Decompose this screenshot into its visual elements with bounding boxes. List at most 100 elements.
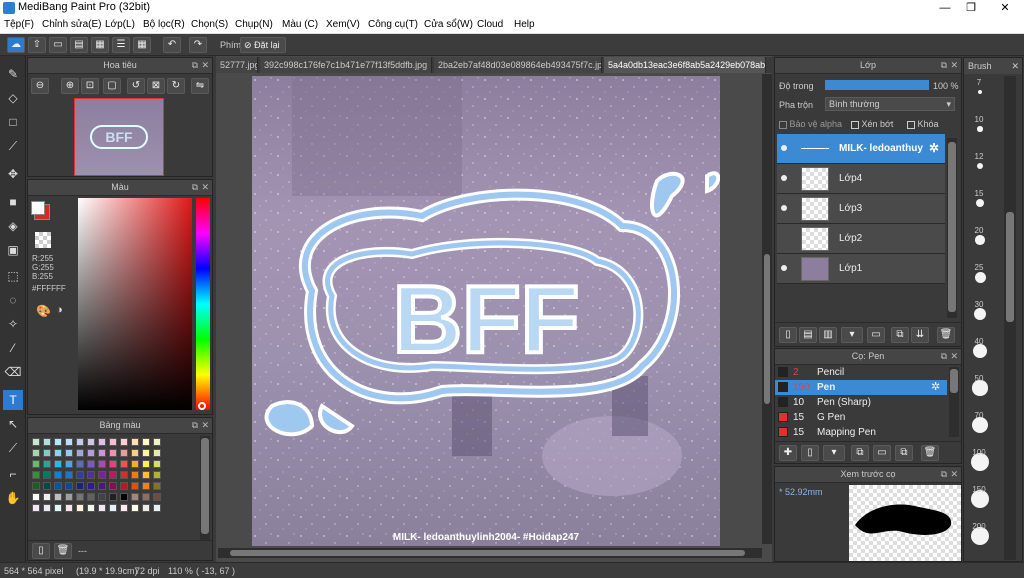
gear-icon[interactable]: ✲ [929, 141, 939, 155]
menu-layer[interactable]: Lớp(L) [105, 19, 135, 30]
palette-swatch[interactable] [109, 504, 117, 512]
select-rect-icon[interactable]: ⬚ [3, 266, 23, 286]
gradient-tool-icon[interactable]: ▣ [3, 240, 23, 260]
canvas-hscroll-thumb[interactable] [230, 550, 745, 556]
palette-scroll-thumb[interactable] [201, 438, 209, 534]
tab-document-1[interactable]: 52777.jpg [216, 57, 258, 73]
protect-alpha-option[interactable]: Bảo vệ alpha [779, 119, 842, 129]
tab-document-4[interactable]: 5a4a0db13eac3e6f8ab5a2429eb078ab.jpg [604, 57, 766, 73]
palette-swatch[interactable] [54, 482, 62, 490]
canvas-vscroll[interactable] [762, 74, 772, 544]
palette-swatch[interactable] [76, 438, 84, 446]
duplicate-icon[interactable]: ⧉ [891, 327, 909, 343]
brush-row[interactable]: 15 Mapping Pen [775, 425, 947, 440]
palette-swatch[interactable] [109, 482, 117, 490]
list-icon[interactable]: ☰ [112, 37, 130, 53]
hue-slider[interactable] [196, 198, 210, 410]
redo-icon[interactable]: ↷ [189, 37, 207, 53]
operation-tool-icon[interactable]: ↖ [3, 414, 23, 434]
lasso-icon[interactable]: ◌ [3, 290, 23, 310]
color-mix-icon[interactable]: ◑ [56, 304, 63, 316]
clipping-option[interactable]: Xén bớt [851, 119, 893, 129]
reset-view-icon[interactable]: ⊠ [147, 78, 165, 94]
grid-icon[interactable]: ▦ [133, 37, 151, 53]
brush-row[interactable]: 10 Pen (Sharp) [775, 395, 947, 410]
palette-swatch[interactable] [32, 493, 40, 501]
canvas-hscroll[interactable] [218, 548, 762, 558]
opacity-slider[interactable] [825, 80, 929, 90]
panel-close-icon[interactable]: ✕ [201, 58, 209, 73]
rotate-right-icon[interactable]: ↻ [167, 78, 185, 94]
palette-swatch[interactable] [109, 471, 117, 479]
gear-icon[interactable]: ✲ [931, 380, 940, 395]
eye-icon[interactable] [781, 265, 787, 271]
palette-swatch[interactable] [87, 482, 95, 490]
palette-swatch[interactable] [76, 460, 84, 468]
palette-swatch[interactable] [43, 493, 51, 501]
brush-file-icon[interactable]: ▯ [801, 445, 819, 461]
palette-swatch[interactable] [43, 471, 51, 479]
palette-swatch[interactable] [142, 438, 150, 446]
palette-swatch[interactable] [65, 493, 73, 501]
float-icon[interactable]: ⧉ [192, 418, 198, 433]
text-tool-icon[interactable]: T [3, 390, 23, 410]
palette-swatch[interactable] [43, 449, 51, 457]
palette-swatch[interactable] [65, 471, 73, 479]
palette-swatch[interactable] [131, 493, 139, 501]
palette-swatch[interactable] [120, 482, 128, 490]
brush-menu-icon[interactable]: ▾ [823, 445, 845, 461]
palette-swatch[interactable] [98, 493, 106, 501]
palette-swatch[interactable] [98, 504, 106, 512]
palette-swatch[interactable] [153, 493, 161, 501]
palette-swatch[interactable] [153, 504, 161, 512]
palette-swatch[interactable] [54, 471, 62, 479]
brush-size-dot[interactable] [974, 271, 986, 283]
palette-swatch[interactable] [120, 504, 128, 512]
brush-row[interactable]: 2 Pencil [775, 365, 947, 380]
panel-close-icon[interactable]: ✕ [950, 58, 958, 73]
artwork-canvas[interactable]: BFF MILK- ledoanthuylinh2004- #Hoidap247 [252, 76, 720, 546]
palette-swatch[interactable] [131, 449, 139, 457]
palette-swatch[interactable] [98, 449, 106, 457]
new-8bit-layer-icon[interactable]: ▥ [819, 327, 837, 343]
float-icon[interactable]: ⧉ [192, 180, 198, 195]
palette-swatch[interactable] [76, 504, 84, 512]
new-palette-icon[interactable]: ▯ [32, 543, 50, 559]
folder-icon[interactable]: ▭ [867, 327, 885, 343]
palette-swatch[interactable] [32, 504, 40, 512]
palette-swatch[interactable] [32, 482, 40, 490]
layer-scroll-thumb[interactable] [948, 142, 956, 312]
panel-close-icon[interactable]: ✕ [201, 180, 209, 195]
palette-swatch[interactable] [65, 460, 73, 468]
brush-row[interactable]: 150 Pen ✲ [775, 380, 947, 395]
palette-swatch[interactable] [142, 482, 150, 490]
brush-size-dot[interactable] [973, 344, 987, 358]
menu-help[interactable]: Help [514, 19, 535, 30]
palette-swatch[interactable] [131, 482, 139, 490]
reset-button[interactable]: ⊘ Đặt lại [240, 37, 286, 53]
foreground-color-swatch[interactable] [31, 201, 45, 215]
lock-checkbox[interactable] [907, 120, 915, 129]
palette-swatch[interactable] [142, 493, 150, 501]
line-tool-icon[interactable]: ⟋ [3, 136, 23, 156]
palette-swatch[interactable] [120, 449, 128, 457]
palette-swatch[interactable] [87, 438, 95, 446]
palette-swatch[interactable] [142, 471, 150, 479]
tab-document-2[interactable]: 392c998c176fe7c1b471e77f13f5ddfb.jpg [260, 57, 432, 73]
panel-close-icon[interactable]: ✕ [201, 418, 209, 433]
palette-swatch[interactable] [120, 438, 128, 446]
palette-swatch[interactable] [43, 438, 51, 446]
brush-folder-icon[interactable]: ▭ [873, 445, 891, 461]
layer-row[interactable]: Lớp1 [777, 254, 945, 284]
layer-row[interactable]: Lớp3 [777, 194, 945, 224]
panel-close-icon[interactable]: ✕ [950, 349, 958, 364]
palette-swatch[interactable] [54, 460, 62, 468]
protect-alpha-checkbox[interactable] [779, 120, 787, 129]
float-icon[interactable]: ⧉ [941, 58, 947, 73]
saturation-value-picker[interactable] [78, 198, 192, 410]
brush-scroll-thumb[interactable] [950, 369, 958, 393]
palette-swatch[interactable] [87, 504, 95, 512]
palette-swatch[interactable] [32, 438, 40, 446]
palette-swatch[interactable] [87, 449, 95, 457]
add-brush-icon[interactable]: ✚ [779, 445, 797, 461]
